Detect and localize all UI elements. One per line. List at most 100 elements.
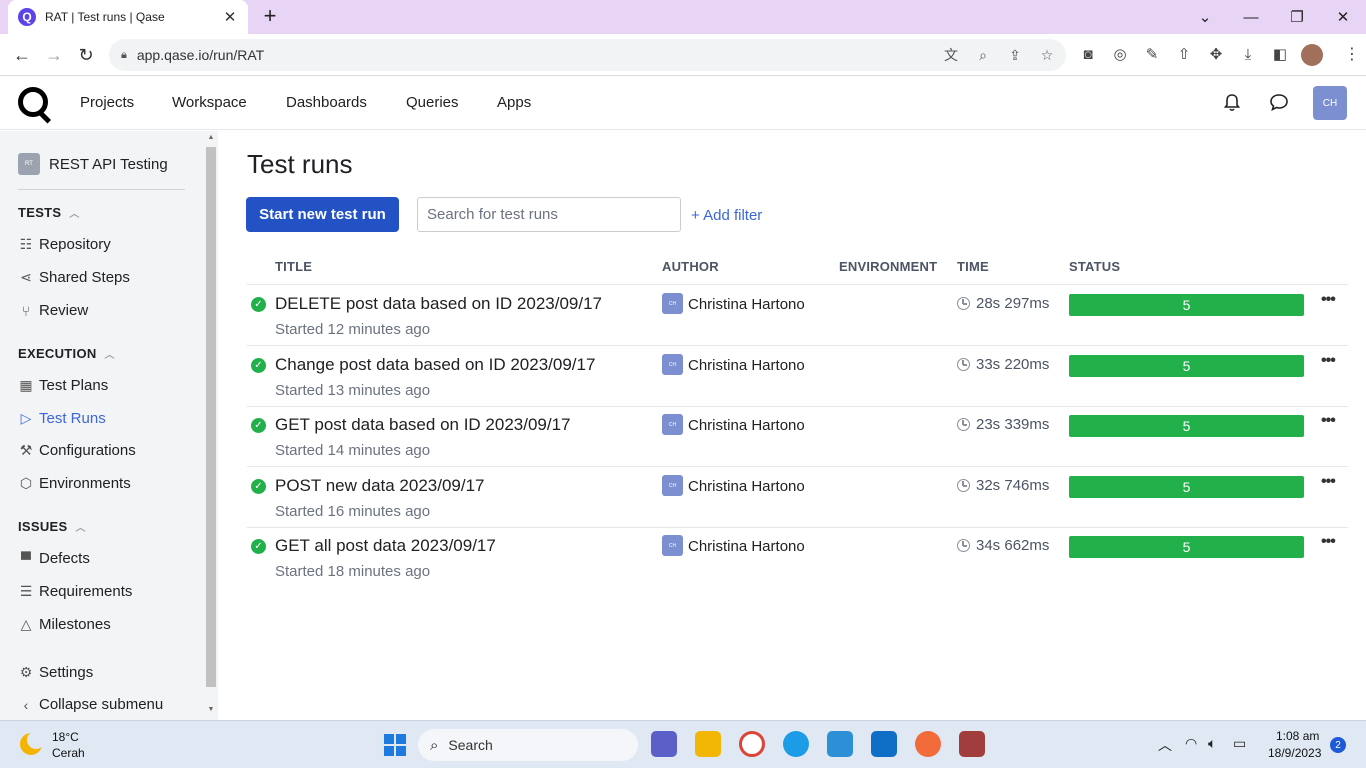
run-title-link[interactable]: DELETE post data based on ID 2023/09/17 — [275, 294, 602, 314]
taskbar-time[interactable]: 1:08 am — [1276, 729, 1319, 743]
weather-temperature[interactable]: 18°C — [52, 730, 79, 744]
section-tests[interactable]: TESTS ︿ — [18, 205, 80, 220]
clock-icon — [957, 539, 970, 552]
sidebar-item-shared-steps[interactable]: ⋖ Shared Steps — [18, 269, 130, 286]
column-header-time[interactable]: TIME — [957, 259, 989, 274]
notification-badge[interactable]: 2 — [1330, 737, 1346, 753]
sidebar-item-test-runs[interactable]: ▷ Test Runs — [18, 410, 106, 427]
postman-icon[interactable] — [915, 731, 941, 757]
user-avatar[interactable]: CH — [1313, 86, 1347, 120]
address-bar[interactable]: 🔒︎ app.qase.io/run/RAT 文 ⌕ ⇪ ☆ — [109, 39, 1066, 71]
sidebar-item-repository[interactable]: ☷ Repository — [18, 236, 111, 253]
upload-extension-icon[interactable]: ⇧ — [1174, 44, 1194, 66]
minimize-button[interactable]: — — [1228, 0, 1274, 34]
row-actions-icon[interactable]: ••• — [1321, 412, 1336, 430]
vscode-icon[interactable] — [871, 731, 897, 757]
table-row[interactable]: ✓ GET post data based on ID 2023/09/17 S… — [247, 406, 1348, 467]
zoom-icon[interactable]: ⌕ — [974, 45, 992, 65]
run-title-link[interactable]: Change post data based on ID 2023/09/17 — [275, 355, 595, 375]
circle-extension-icon[interactable]: ◎ — [1110, 44, 1130, 66]
project-selector[interactable]: RT REST API Testing — [18, 153, 168, 175]
sidebar-item-environments[interactable]: ⬡ Environments — [18, 475, 131, 492]
row-actions-icon[interactable]: ••• — [1321, 533, 1336, 551]
run-title-link[interactable]: GET post data based on ID 2023/09/17 — [275, 415, 571, 435]
bookmark-star-icon[interactable]: ☆ — [1038, 45, 1056, 65]
collapse-submenu-button[interactable]: ‹ Collapse submenu — [18, 696, 164, 713]
column-header-environment[interactable]: ENVIRONMENT — [839, 259, 937, 274]
browser-profile-avatar[interactable] — [1301, 44, 1323, 66]
share-icon[interactable]: ⇪ — [1006, 45, 1024, 65]
table-row[interactable]: ✓ GET all post data 2023/09/17 Started 1… — [247, 527, 1348, 588]
maximize-button[interactable]: ❐ — [1274, 0, 1320, 34]
new-tab-button[interactable]: + — [258, 4, 282, 28]
table-row[interactable]: ✓ DELETE post data based on ID 2023/09/1… — [247, 285, 1348, 346]
tab-close-icon[interactable]: ✕ — [222, 8, 238, 26]
nav-apps[interactable]: Apps — [497, 94, 531, 111]
pen-extension-icon[interactable]: ✎ — [1142, 44, 1162, 66]
taskbar-search[interactable]: ⌕ Search — [418, 729, 638, 761]
side-panel-icon[interactable]: ◧ — [1270, 44, 1290, 66]
scroll-up-arrow-icon[interactable]: ▲ — [206, 134, 216, 141]
volume-icon[interactable]: 🔈︎ — [1208, 735, 1216, 752]
chrome-icon[interactable] — [739, 731, 765, 757]
moon-weather-icon[interactable] — [20, 731, 45, 755]
nav-dashboards[interactable]: Dashboards — [286, 94, 367, 111]
chevron-up-tray-icon[interactable]: ︿ — [1158, 735, 1172, 755]
sidebar-item-configurations[interactable]: ⚒ Configurations — [18, 442, 136, 459]
row-actions-icon[interactable]: ••• — [1321, 291, 1336, 309]
column-header-status[interactable]: STATUS — [1069, 259, 1120, 274]
chevron-up-icon: ︿ — [69, 209, 80, 220]
browser-menu-icon[interactable]: ⋮ — [1344, 44, 1360, 66]
taskbar-date[interactable]: 18/9/2023 — [1268, 746, 1321, 760]
nav-workspace[interactable]: Workspace — [172, 94, 247, 111]
scroll-down-arrow-icon[interactable]: ▼ — [206, 706, 216, 713]
windows-start-icon[interactable] — [384, 734, 406, 756]
sidebar-item-test-plans[interactable]: ▦ Test Plans — [18, 377, 108, 394]
download-icon[interactable]: ⤓ — [1238, 44, 1258, 66]
back-arrow-icon[interactable]: ← — [10, 43, 34, 67]
winrar-icon[interactable] — [959, 731, 985, 757]
table-row[interactable]: ✓ Change post data based on ID 2023/09/1… — [247, 346, 1348, 407]
sidebar-scroll-thumb[interactable] — [206, 147, 216, 687]
wifi-icon[interactable]: ◠ — [1185, 735, 1197, 752]
section-issues[interactable]: ISSUES ︿ — [18, 519, 86, 534]
reload-icon[interactable]: ↻ — [74, 43, 98, 67]
sidebar-item-review[interactable]: ⑂ Review — [18, 302, 88, 319]
translate-icon[interactable]: 文 — [942, 45, 960, 65]
sidebar-item-requirements[interactable]: ☰ Requirements — [18, 583, 133, 600]
file-explorer-icon[interactable] — [695, 731, 721, 757]
battery-icon[interactable]: ▭ — [1233, 735, 1246, 752]
add-filter-link[interactable]: + Add filter — [691, 207, 762, 224]
page-title: Test runs — [247, 149, 353, 179]
edge-icon[interactable] — [783, 731, 809, 757]
table-row[interactable]: ✓ POST new data 2023/09/17 Started 16 mi… — [247, 467, 1348, 528]
sidebar-item-milestones[interactable]: △ Milestones — [18, 616, 111, 633]
browser-toolbar: ← → ↻ 🔒︎ app.qase.io/run/RAT 文 ⌕ ⇪ ☆ ◙ ◎… — [0, 34, 1366, 76]
column-header-author[interactable]: AUTHOR — [662, 259, 719, 274]
chat-icon[interactable] — [1268, 93, 1290, 115]
window-close-button[interactable]: ✕ — [1320, 0, 1366, 34]
start-new-test-run-button[interactable]: Start new test run — [246, 197, 399, 232]
browser-tab[interactable]: Q RAT | Test runs | Qase ✕ — [8, 0, 248, 34]
column-header-title[interactable]: TITLE — [275, 259, 312, 274]
camera-extension-icon[interactable]: ◙ — [1078, 44, 1098, 66]
run-title-link[interactable]: POST new data 2023/09/17 — [275, 476, 485, 496]
notepad-icon[interactable] — [827, 731, 853, 757]
row-actions-icon[interactable]: ••• — [1321, 352, 1336, 370]
weather-condition[interactable]: Cerah — [52, 746, 85, 760]
sidebar-item-settings[interactable]: ⚙ Settings — [18, 664, 93, 681]
nav-projects[interactable]: Projects — [80, 94, 134, 111]
run-title-link[interactable]: GET all post data 2023/09/17 — [275, 536, 496, 556]
extensions-puzzle-icon[interactable]: ✥ — [1206, 44, 1226, 66]
run-duration: 34s 662ms — [976, 537, 1050, 554]
forward-arrow-icon[interactable]: → — [42, 43, 66, 67]
teams-icon[interactable] — [651, 731, 677, 757]
nav-queries[interactable]: Queries — [406, 94, 459, 111]
search-test-runs-input[interactable] — [417, 197, 681, 232]
sidebar-item-defects[interactable]: ▀ Defects — [18, 550, 90, 567]
tab-search-icon[interactable]: ⌄ — [1182, 0, 1228, 34]
section-execution[interactable]: EXECUTION ︿ — [18, 346, 115, 361]
qase-logo-icon[interactable] — [18, 87, 48, 117]
row-actions-icon[interactable]: ••• — [1321, 473, 1336, 491]
bell-icon[interactable] — [1221, 93, 1243, 115]
